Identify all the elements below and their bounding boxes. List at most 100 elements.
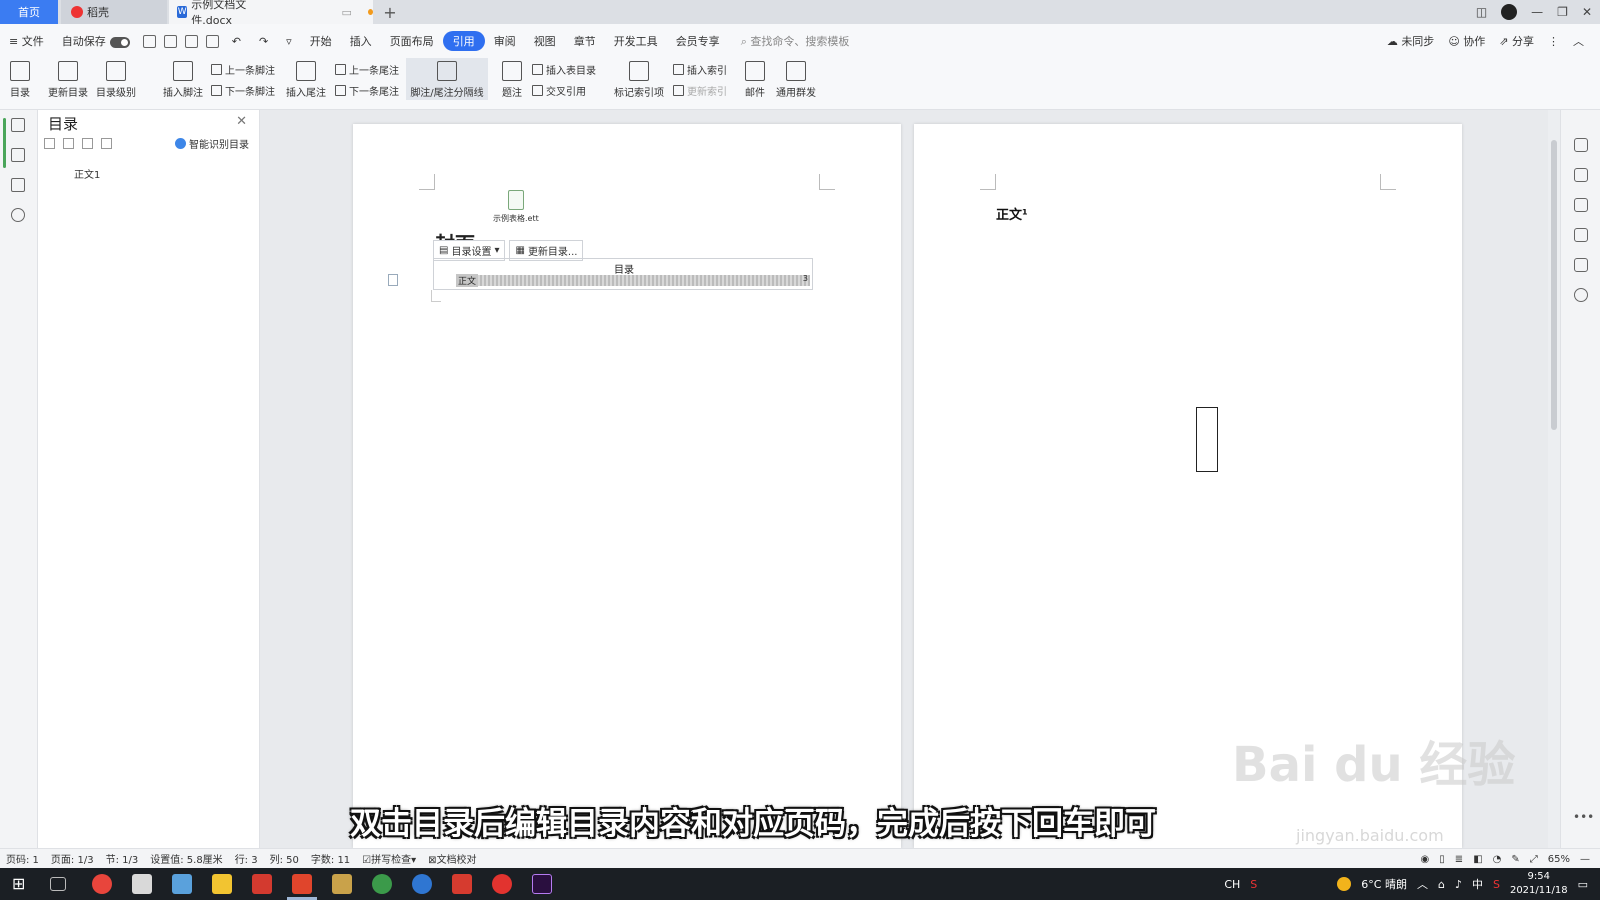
next-footnote-button[interactable]: 下一条脚注 [211, 83, 275, 98]
folder-icon[interactable] [11, 148, 25, 162]
weather-text[interactable]: 6°C 晴朗 [1361, 876, 1407, 892]
menu-chapter[interactable]: 章节 [565, 33, 605, 49]
insert-footnote-button[interactable]: 插入脚注 [163, 61, 203, 99]
read-view-icon[interactable]: ◔ [1493, 854, 1502, 865]
zoom-level[interactable]: 65% [1548, 854, 1570, 865]
task-view-icon[interactable] [50, 877, 66, 891]
remove-icon[interactable] [101, 138, 112, 149]
undo-icon[interactable]: ↶ [223, 35, 250, 48]
vertical-scrollbar[interactable] [1548, 110, 1560, 848]
monitor-icon[interactable]: ▭ [341, 6, 351, 19]
menu-view[interactable]: 视图 [525, 33, 565, 49]
menu-references[interactable]: 引用 [442, 31, 485, 51]
proofread-button[interactable]: ⊠文档校对 [422, 851, 482, 866]
notification-icon[interactable]: ▭ [1578, 878, 1588, 891]
minimize-icon[interactable]: — [1531, 5, 1543, 19]
toc-line-text[interactable]: 正文 [456, 274, 479, 287]
windows-start-icon[interactable]: ⊞ [12, 874, 32, 894]
zoom-out-icon[interactable]: — [1580, 854, 1590, 865]
ime-indicator[interactable]: 中 [1472, 876, 1483, 892]
sync-button[interactable]: ☁ 未同步 [1387, 33, 1435, 49]
cursor-icon[interactable] [1574, 198, 1588, 212]
new-tab-button[interactable]: + [378, 0, 402, 24]
browser-icon[interactable] [372, 874, 392, 894]
toc-field[interactable]: 目录 正文 3 [433, 258, 813, 290]
close-icon[interactable]: ✕ [1582, 5, 1592, 19]
expand-icon[interactable] [44, 138, 55, 149]
menu-insert[interactable]: 插入 [341, 33, 381, 49]
help-icon[interactable] [1574, 288, 1588, 302]
bookmark-icon[interactable] [11, 178, 25, 192]
calendar-app-icon[interactable] [332, 874, 352, 894]
volume-icon[interactable]: ♪ [1455, 878, 1462, 891]
preview-icon[interactable] [205, 34, 219, 48]
more-icon[interactable]: ⋮ [1548, 35, 1559, 48]
sliders-icon[interactable] [1574, 228, 1588, 242]
notepad-icon[interactable] [172, 874, 192, 894]
prev-endnote-button[interactable]: 上一条尾注 [335, 62, 399, 77]
add-icon[interactable] [82, 138, 93, 149]
outline-view-icon[interactable]: ≣ [1455, 854, 1463, 865]
network-icon[interactable]: ⌂ [1438, 878, 1445, 891]
share-button[interactable]: ⇗ 分享 [1499, 33, 1534, 49]
premiere-icon[interactable] [532, 874, 552, 894]
scroll-thumb[interactable] [1551, 140, 1557, 430]
more-icon[interactable]: ••• [1573, 810, 1594, 824]
netease-music-icon[interactable] [492, 874, 512, 894]
wps-office-icon[interactable] [452, 874, 472, 894]
close-icon[interactable]: ✕ [236, 114, 247, 129]
fit-icon[interactable]: ⤢ [1530, 854, 1538, 865]
wps-icon[interactable] [252, 874, 272, 894]
chevron-up-icon[interactable]: ︿ [1417, 876, 1428, 892]
style-icon[interactable] [1574, 138, 1588, 152]
tab-document[interactable]: W 示例文档文件.docx ▭ [169, 0, 373, 27]
pen-mode-icon[interactable]: ✎ [1511, 854, 1519, 865]
pen-icon[interactable] [1574, 168, 1588, 182]
sogou-tray-icon[interactable]: S [1493, 878, 1500, 891]
panel-icon[interactable]: ◫ [1476, 5, 1487, 19]
caption-button[interactable]: 题注 [502, 61, 522, 99]
eye-icon[interactable]: ◉ [1421, 854, 1430, 865]
more-dropdown-icon[interactable]: ▿ [277, 35, 301, 48]
search-panel-icon[interactable] [11, 208, 25, 222]
update-toc-button[interactable]: 更新目录 [48, 61, 88, 99]
sogou-icon[interactable]: S [1250, 878, 1257, 891]
spell-check-button[interactable]: ☑拼写检查▾ [356, 851, 422, 866]
cross-ref-button[interactable]: 交叉引用 [532, 83, 586, 98]
menu-start[interactable]: 开始 [301, 33, 341, 49]
group-send-button[interactable]: 通用群发 [776, 61, 816, 99]
clock[interactable]: 9:54 2021/11/18 [1510, 870, 1568, 898]
toc-line[interactable]: 正文 3 [456, 274, 810, 287]
avatar[interactable] [1501, 4, 1518, 20]
chrome-icon[interactable] [92, 874, 112, 894]
menu-layout[interactable]: 页面布局 [381, 33, 443, 49]
tab-home[interactable]: 首页 [0, 0, 58, 24]
menu-devtools[interactable]: 开发工具 [605, 33, 667, 49]
collab-button[interactable]: ☺ 协作 [1448, 33, 1485, 49]
redo-icon[interactable]: ↷ [250, 35, 277, 48]
insert-index-button[interactable]: 插入索引 [673, 62, 727, 77]
command-search[interactable]: ⌕ 查找命令、搜索模板 [741, 33, 850, 49]
print-icon[interactable] [184, 34, 198, 48]
wps-writer-icon[interactable] [292, 874, 312, 894]
toc-button[interactable]: 目录 [10, 61, 30, 99]
attachment[interactable]: 示例表格.ett [493, 190, 539, 224]
insert-endnote-button[interactable]: 插入尾注 [286, 61, 326, 99]
next-endnote-button[interactable]: 下一条尾注 [335, 83, 399, 98]
explorer-icon[interactable] [212, 874, 232, 894]
web-view-icon[interactable]: ◧ [1473, 854, 1482, 865]
page-1[interactable]: 示例表格.ett 封面 ▤目录设置▾ ▦更新目录... 目录 正文 3 [353, 124, 901, 848]
insert-table-toc-button[interactable]: 插入表目录 [532, 62, 596, 77]
save-icon[interactable] [142, 34, 156, 48]
menu-vip[interactable]: 会员专享 [667, 33, 729, 49]
collapse-ribbon-icon[interactable]: ︿ [1573, 33, 1584, 49]
toc-panel-icon[interactable] [11, 118, 25, 132]
status-words[interactable]: 字数: 11 [305, 851, 356, 866]
toc-level-button[interactable]: 目录级别 [96, 61, 136, 99]
export-icon[interactable] [163, 34, 177, 48]
toc-entry[interactable]: 正文1 [74, 166, 100, 181]
file-menu[interactable]: ≡ 文件 [0, 33, 53, 49]
tab-daoke[interactable]: 稻壳 [61, 0, 167, 24]
smart-identify-button[interactable]: 智能识别目录 [175, 136, 249, 151]
collapse-icon[interactable] [63, 138, 74, 149]
